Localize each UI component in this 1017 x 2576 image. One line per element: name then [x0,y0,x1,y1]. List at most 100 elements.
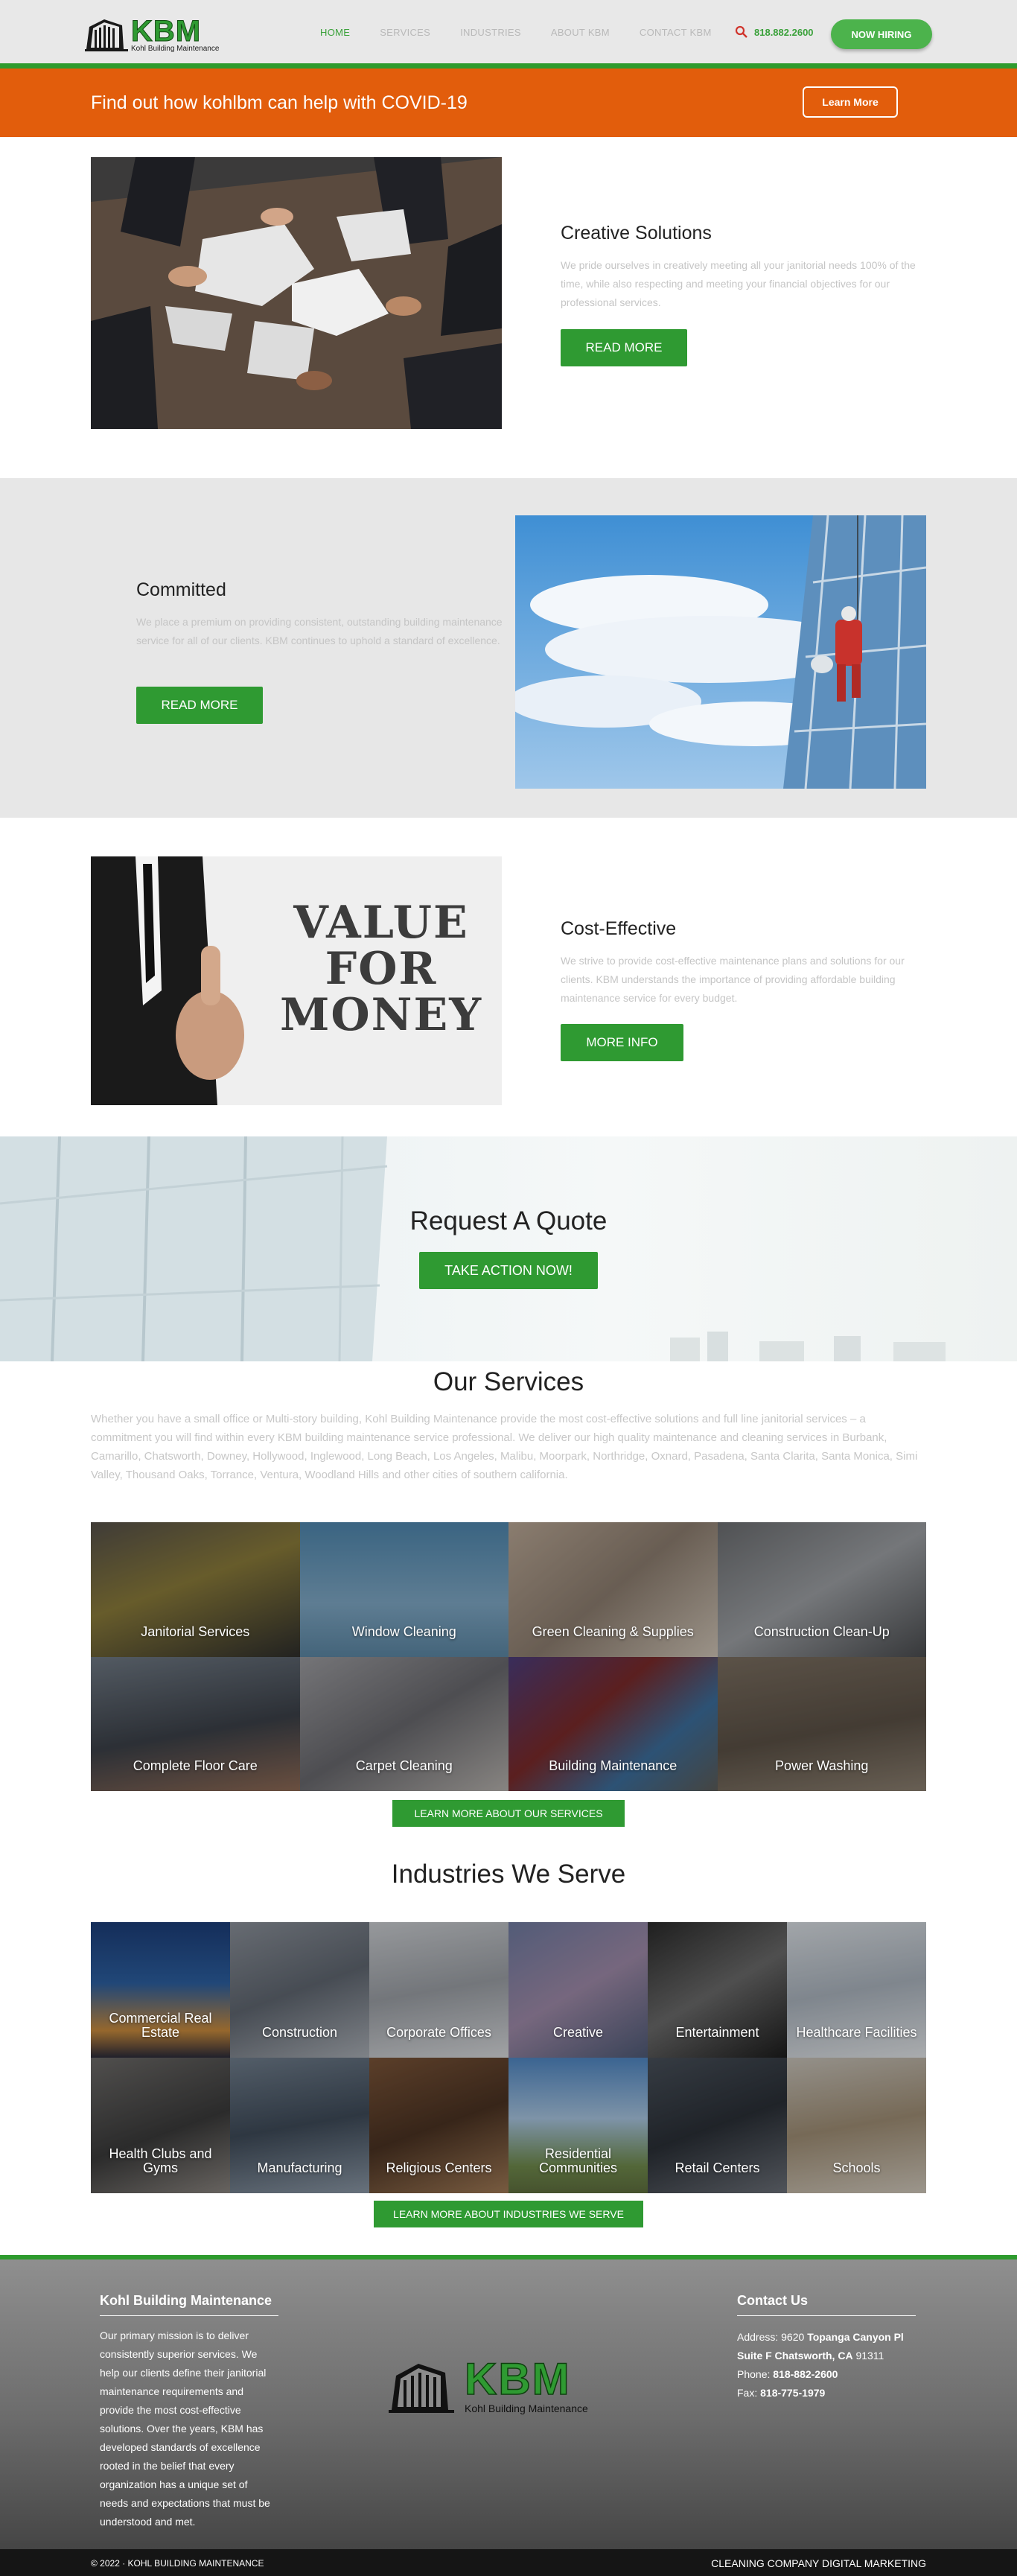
tile-label: Creative [552,2025,604,2040]
industry-tile-healthcare[interactable]: Healthcare Facilities [787,1922,926,2058]
feature-title: Creative Solutions [561,223,712,244]
industry-tile-schools[interactable]: Schools [787,2058,926,2193]
footer-bottom-bar: © 2022 · KOHL BUILDING MAINTENANCE CLEAN… [0,2549,1017,2576]
industry-tile-retail[interactable]: Retail Centers [648,2058,787,2193]
credit-link[interactable]: CLEANING COMPANY DIGITAL MARKETING [711,2557,926,2569]
learn-more-industries-button[interactable]: LEARN MORE ABOUT INDUSTRIES WE SERVE [374,2201,643,2227]
industry-tile-religious-centers[interactable]: Religious Centers [369,2058,508,2193]
value-for-money-image: VALUE FOR MONEY [91,856,502,1105]
nav-services[interactable]: SERVICES [380,27,430,38]
nav-industries[interactable]: INDUSTRIES [460,27,521,38]
feature-text: We pride ourselves in creatively meeting… [561,259,916,308]
feature-committed: Committed We place a premium on providin… [0,478,1017,818]
service-tile-floor-care[interactable]: Complete Floor Care [91,1656,300,1791]
read-more-button[interactable]: READ MORE [561,329,687,366]
kbm-logo[interactable]: KBM Kohl Building Maintenance [83,15,237,54]
now-hiring-button[interactable]: NOW HIRING [831,19,932,49]
industry-tile-commercial-real-estate[interactable]: Commercial Real Estate [91,1922,230,2058]
footer-address: Address: 9620 Topanga Canyon Pl [737,2331,904,2343]
header-phone[interactable]: 818.882.2600 [735,25,814,39]
industry-tile-construction[interactable]: Construction [230,1922,369,2058]
tile-label: Corporate Offices [386,2025,491,2040]
service-tile-carpet[interactable]: Carpet Cleaning [299,1656,508,1791]
tile-label: Janitorial Services [141,1623,250,1639]
copyright-text: © 2022 · KOHL BUILDING MAINTENANCE [91,2558,264,2569]
industry-tile-manufacturing[interactable]: Manufacturing [230,2058,369,2193]
address-street: Topanga Canyon Pl [807,2331,904,2343]
feature-cost-effective: VALUE FOR MONEY Cost-Effective We strive… [0,818,1017,1136]
footer-about-title: Kohl Building Maintenance [100,2293,272,2308]
tile-label: Schools [832,2160,881,2175]
service-tile-building-maintenance[interactable]: Building Maintenance [508,1656,718,1791]
tile-label: Entertainment [675,2025,759,2040]
tile-label: Building Maintenance [549,1758,678,1773]
more-info-button[interactable]: MORE INFO [561,1024,683,1061]
service-tile-window[interactable]: Window Cleaning [299,1522,508,1657]
puzzle-meeting-image [91,157,502,429]
industry-tile-entertainment[interactable]: Entertainment [648,1922,787,2058]
tile-label: Power Washing [775,1758,869,1773]
feature-title: Committed [136,579,226,600]
phone-label: Phone: [737,2368,771,2380]
service-tile-green-cleaning[interactable]: Green Cleaning & Supplies [508,1522,718,1657]
covid-banner: Find out how kohlbm can help with COVID-… [0,69,1017,137]
industry-tile-residential[interactable]: Residential Communities [508,2058,648,2193]
office-window-background [0,1136,946,1361]
window-washer-image [515,515,926,789]
footer-about-text: Our primary mission is to deliver consis… [100,2329,270,2528]
take-action-button[interactable]: TAKE ACTION NOW! [419,1252,598,1289]
footer-address-line2: Suite F Chatsworth, CA 91311 [737,2350,884,2362]
tile-label: Commercial Real Estate [109,2011,212,2040]
nav-home[interactable]: HOME [320,27,350,38]
address-label: Address: [737,2331,779,2343]
tile-label: Manufacturing [257,2160,342,2175]
logo-wordmark: KBM [130,15,202,48]
industries-title: Industries We Serve [391,1860,626,1889]
quote-title: Request A Quote [409,1206,608,1235]
tile-label: Retail Centers [675,2160,760,2175]
for-text: FOR [325,943,438,995]
service-tile-janitorial[interactable]: Janitorial Services [91,1522,300,1657]
site-footer: Kohl Building Maintenance Our primary mi… [0,2255,1017,2576]
footer-fax: Fax: 818-775-1979 [737,2387,825,2399]
site-header: KBM Kohl Building Maintenance HOME SERVI… [0,0,1017,69]
nav-about[interactable]: ABOUT KBM [551,27,610,38]
feature-title: Cost-Effective [561,918,677,939]
phone-number[interactable]: 818-882-2600 [773,2368,838,2380]
main-nav: HOME SERVICES INDUSTRIES ABOUT KBM CONTA… [320,27,712,38]
footer-logo-tagline: Kohl Building Maintenance [465,2402,588,2414]
industry-tile-creative[interactable]: Creative [508,1922,648,2058]
tile-label: Healthcare Facilities [796,2025,917,2040]
search-icon[interactable] [735,25,748,39]
fax-number: 818-775-1979 [760,2387,826,2399]
footer-logo[interactable]: KBM Kohl Building Maintenance [389,2356,628,2416]
address-zip: 91311 [855,2350,884,2362]
nav-contact[interactable]: CONTACT KBM [640,27,712,38]
footer-phone[interactable]: Phone: 818-882-2600 [737,2368,838,2380]
industry-tile-health-clubs[interactable]: Health Clubs and Gyms [91,2058,230,2193]
services-title: Our Services [433,1367,584,1396]
services-industries-section: Our Services Whether you have a small of… [0,1361,1017,2256]
phone-number[interactable]: 818.882.2600 [754,27,814,38]
footer-logo-wordmark: KBM [464,2354,571,2404]
covid-learn-more-button[interactable]: Learn More [803,86,898,118]
service-tile-construction[interactable]: Construction Clean-Up [717,1522,926,1657]
tile-label: Religious Centers [386,2160,492,2175]
logo-tagline: Kohl Building Maintenance [131,45,220,53]
tile-label: Construction Clean-Up [753,1623,890,1639]
tile-label: Complete Floor Care [133,1758,258,1773]
tile-label: Carpet Cleaning [355,1758,453,1773]
industries-grid: Commercial Real Estate Construction Corp… [91,1922,926,2193]
read-more-button[interactable]: READ MORE [136,687,263,724]
feature-creative-solutions: Creative Solutions We pride ourselves in… [0,137,1017,478]
footer-contact-title: Contact Us [737,2293,809,2308]
learn-more-services-button[interactable]: LEARN MORE ABOUT OUR SERVICES [392,1800,625,1827]
tile-label: Residential Communities [538,2146,618,2175]
address-number: 9620 [781,2331,805,2343]
tile-label: Construction [261,2025,338,2040]
address-city: Suite F Chatsworth, CA [737,2350,853,2362]
money-text: MONEY [279,989,483,1041]
service-tile-power-washing[interactable]: Power Washing [717,1656,926,1791]
industry-tile-corporate-offices[interactable]: Corporate Offices [369,1922,508,2058]
covid-message: Find out how kohlbm can help with COVID-… [91,92,468,113]
